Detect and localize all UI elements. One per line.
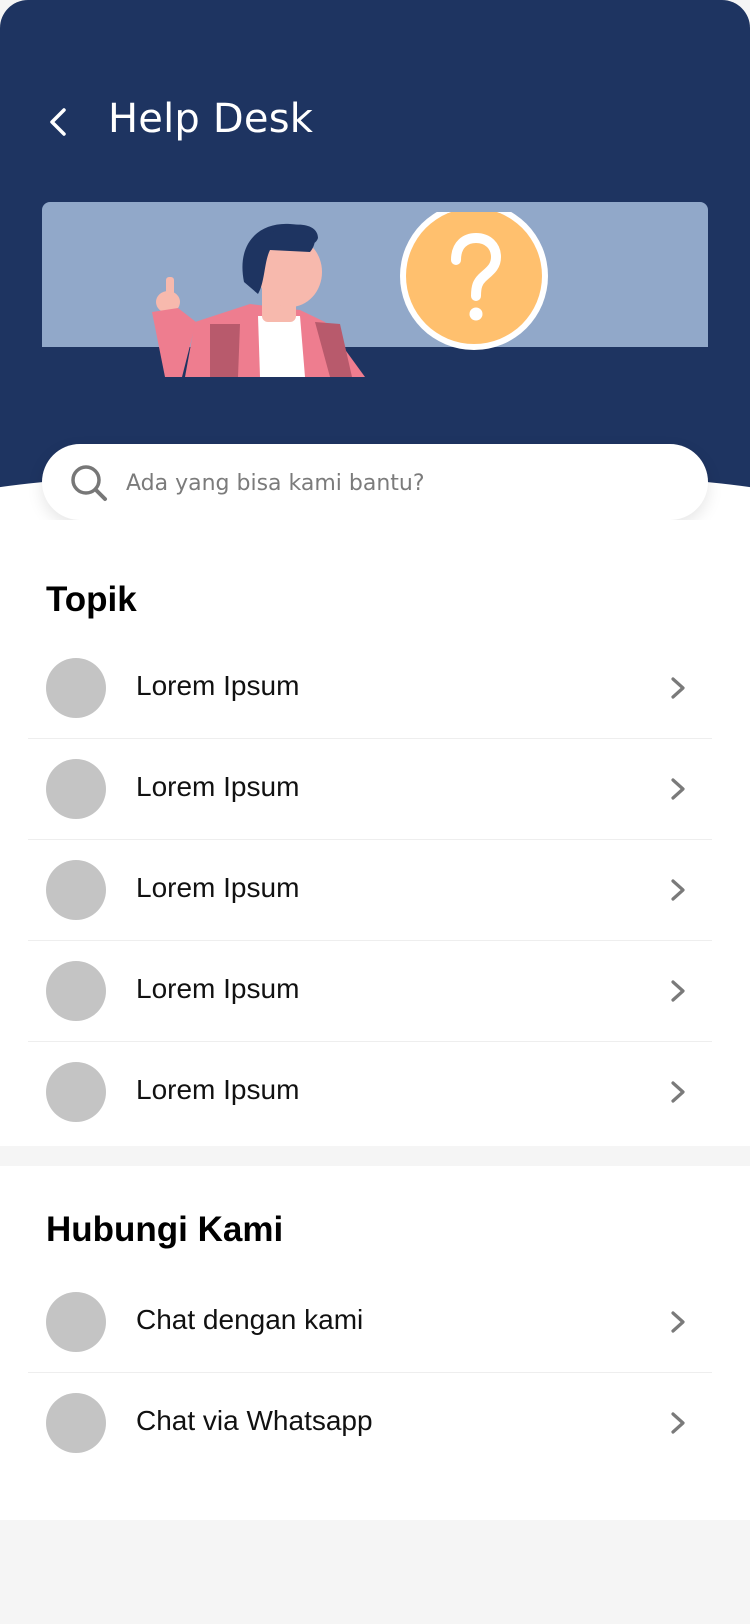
topics-list: Lorem Ipsum Lorem Ipsum Lorem Ipsum Lore… — [28, 638, 712, 1142]
topic-item[interactable]: Lorem Ipsum — [28, 1042, 712, 1142]
contact-list: Chat dengan kami Chat via Whatsapp — [28, 1272, 712, 1473]
chevron-right-icon — [671, 1081, 685, 1103]
contact-item-whatsapp[interactable]: Chat via Whatsapp — [28, 1373, 712, 1473]
topic-avatar — [46, 961, 106, 1021]
topics-title: Topik — [46, 580, 137, 619]
topic-avatar — [46, 759, 106, 819]
chevron-left-icon — [50, 108, 66, 136]
contact-avatar — [46, 1292, 106, 1352]
chevron-right-icon — [671, 1412, 685, 1434]
header: Help Desk — [0, 0, 750, 500]
contact-section: Hubungi Kami Chat dengan kami Chat via W… — [0, 1166, 750, 1520]
topic-item[interactable]: Lorem Ipsum — [28, 840, 712, 941]
topic-label: Lorem Ipsum — [136, 1074, 300, 1105]
back-button[interactable] — [40, 100, 76, 144]
contact-label: Chat dengan kami — [136, 1304, 364, 1335]
topic-label: Lorem Ipsum — [136, 872, 300, 903]
contact-avatar — [46, 1393, 106, 1453]
help-illustration — [152, 212, 548, 377]
topics-section: Topik Lorem Ipsum Lorem Ipsum Lorem Ipsu… — [0, 520, 750, 1146]
page-title: Help Desk — [108, 96, 314, 142]
search-input[interactable] — [124, 458, 688, 508]
contact-item-chat[interactable]: Chat dengan kami — [28, 1272, 712, 1373]
topic-item[interactable]: Lorem Ipsum — [28, 941, 712, 1042]
topic-avatar — [46, 658, 106, 718]
topic-item[interactable]: Lorem Ipsum — [28, 638, 712, 739]
chevron-right-icon — [671, 677, 685, 699]
topic-item[interactable]: Lorem Ipsum — [28, 739, 712, 840]
chevron-right-icon — [671, 778, 685, 800]
person-illustration — [152, 223, 365, 377]
search-icon — [71, 465, 107, 501]
topic-avatar — [46, 860, 106, 920]
search-bar[interactable] — [42, 444, 708, 520]
topic-label: Lorem Ipsum — [136, 973, 300, 1004]
chevron-right-icon — [671, 879, 685, 901]
topic-label: Lorem Ipsum — [136, 670, 300, 701]
contact-label: Chat via Whatsapp — [136, 1405, 373, 1436]
chevron-right-icon — [671, 1311, 685, 1333]
contact-title: Hubungi Kami — [46, 1210, 284, 1249]
topic-avatar — [46, 1062, 106, 1122]
chevron-right-icon — [671, 980, 685, 1002]
question-badge-icon — [400, 212, 548, 350]
topic-label: Lorem Ipsum — [136, 771, 300, 802]
help-desk-screen: Help Desk Ada yang bisa kami bantu? Topi… — [0, 0, 750, 1624]
